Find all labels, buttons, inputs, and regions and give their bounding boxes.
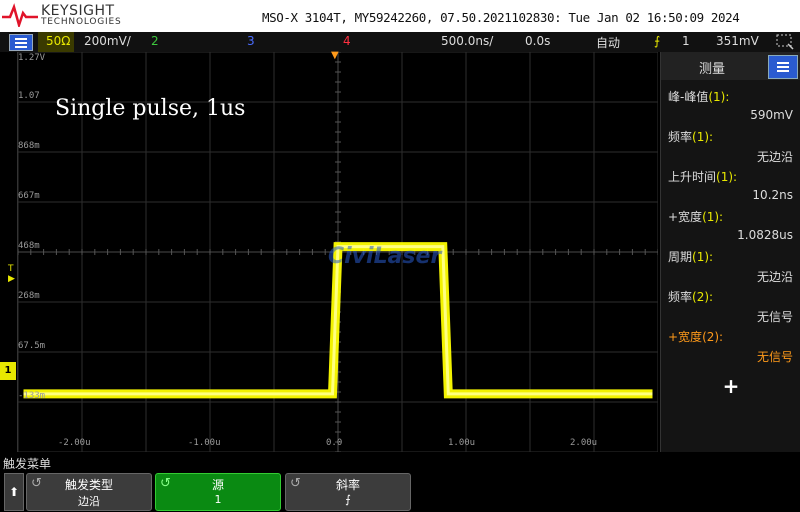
brand-sub: TECHNOLOGIES: [41, 17, 122, 27]
channel-3-label[interactable]: 3: [247, 34, 255, 48]
screen-capture-icon[interactable]: [776, 34, 794, 50]
watermark: CiviLaser: [328, 244, 442, 269]
measurement-value: 1.0828us: [737, 228, 793, 242]
device-info: MSO-X 3104T, MY59242260, 07.50.202110283…: [262, 10, 740, 25]
softkey-menu-title: 触发菜单: [3, 457, 52, 471]
trigger-level[interactable]: 351mV: [716, 34, 759, 48]
ch1-impedance: 50Ω: [46, 34, 71, 48]
add-measurement-button[interactable]: +: [661, 374, 800, 398]
measurement-panel-title: 测量: [699, 62, 726, 77]
y-tick-label: 268m: [18, 291, 40, 301]
measurement-value: 590mV: [750, 108, 793, 122]
channel-4-label[interactable]: 4: [343, 34, 351, 48]
x-tick-label: -2.00u: [58, 438, 91, 448]
trigger-source: 1: [682, 34, 690, 48]
title-bar: KEYSIGHT TECHNOLOGIES MSO-X 3104T, MY592…: [0, 0, 800, 32]
y-tick-label: 667m: [18, 191, 40, 201]
trigger-slope-icon: ⨍: [654, 34, 661, 48]
measurement-label[interactable]: 周期(1):: [668, 248, 713, 265]
x-tick-label: -1.00u: [188, 438, 221, 448]
trigger-source-softkey[interactable]: ↺ 源 1: [155, 473, 281, 511]
y-tick-label: 868m: [18, 141, 40, 151]
measurement-label[interactable]: 峰-峰值(1):: [668, 88, 729, 105]
time-delay[interactable]: 0.0s: [525, 34, 550, 48]
x-tick-label: 0.0: [326, 438, 343, 448]
trigger-mode[interactable]: 自动: [596, 34, 620, 51]
trigger-slope-softkey[interactable]: ↺ 斜率 ⨍: [285, 473, 411, 511]
trigger-level-marker[interactable]: T ▶: [8, 264, 15, 284]
y-tick-label: 67.5m: [18, 341, 46, 351]
channel-2-label[interactable]: 2: [151, 34, 159, 48]
measurement-label[interactable]: +宽度(1):: [668, 208, 723, 225]
measurement-label[interactable]: +宽度(2):: [668, 328, 723, 345]
status-bar: 50Ω 200mV/ 2 3 4 500.0ns/ 0.0s 自动 ⨍ 1 35…: [0, 32, 800, 52]
waveform-annotation: Single pulse, 1us: [55, 96, 246, 121]
measurement-panel: 测量 峰-峰值(1): 590mV 频率(1): 无边沿 上升时间(1): 10.2ns +…: [660, 52, 800, 452]
x-tick-label: 1.00u: [448, 438, 476, 448]
trigger-position-marker[interactable]: ▼: [331, 50, 339, 61]
y-tick-label: 1.27V: [18, 53, 46, 63]
menu-back-button[interactable]: ⬆: [4, 473, 24, 511]
measurement-value: 无信号: [756, 310, 793, 324]
ch1-scale[interactable]: 200mV/: [84, 34, 131, 48]
measurement-label[interactable]: 频率(2):: [668, 288, 713, 305]
timebase-scale[interactable]: 500.0ns/: [441, 34, 493, 48]
measurement-value: 无边沿: [756, 150, 793, 164]
measurement-value: 10.2ns: [752, 188, 793, 202]
ground-level-marker[interactable]: 1: [0, 362, 16, 380]
x-tick-label: 2.00u: [570, 438, 598, 448]
softkey-bar: 触发菜单 ⬆ ↺ 触发类型 边沿 ↺ 源 1 ↺ 斜率 ⨍: [0, 452, 800, 512]
keysight-logo-icon: [2, 3, 38, 27]
main-menu-button[interactable]: [9, 34, 33, 51]
panel-menu-button[interactable]: [768, 55, 798, 79]
measurement-value: 无信号: [756, 350, 793, 364]
measurement-panel-header: 测量: [661, 52, 800, 80]
measurement-value: 无边沿: [756, 270, 793, 284]
y-tick-label: -133m: [18, 391, 46, 401]
measurement-label[interactable]: 上升时间(1):: [668, 168, 737, 185]
trigger-type-softkey[interactable]: ↺ 触发类型 边沿: [26, 473, 152, 511]
y-tick-label: 1.07: [18, 91, 40, 101]
measurement-label[interactable]: 频率(1):: [668, 128, 713, 145]
y-tick-label: 468m: [18, 241, 40, 251]
